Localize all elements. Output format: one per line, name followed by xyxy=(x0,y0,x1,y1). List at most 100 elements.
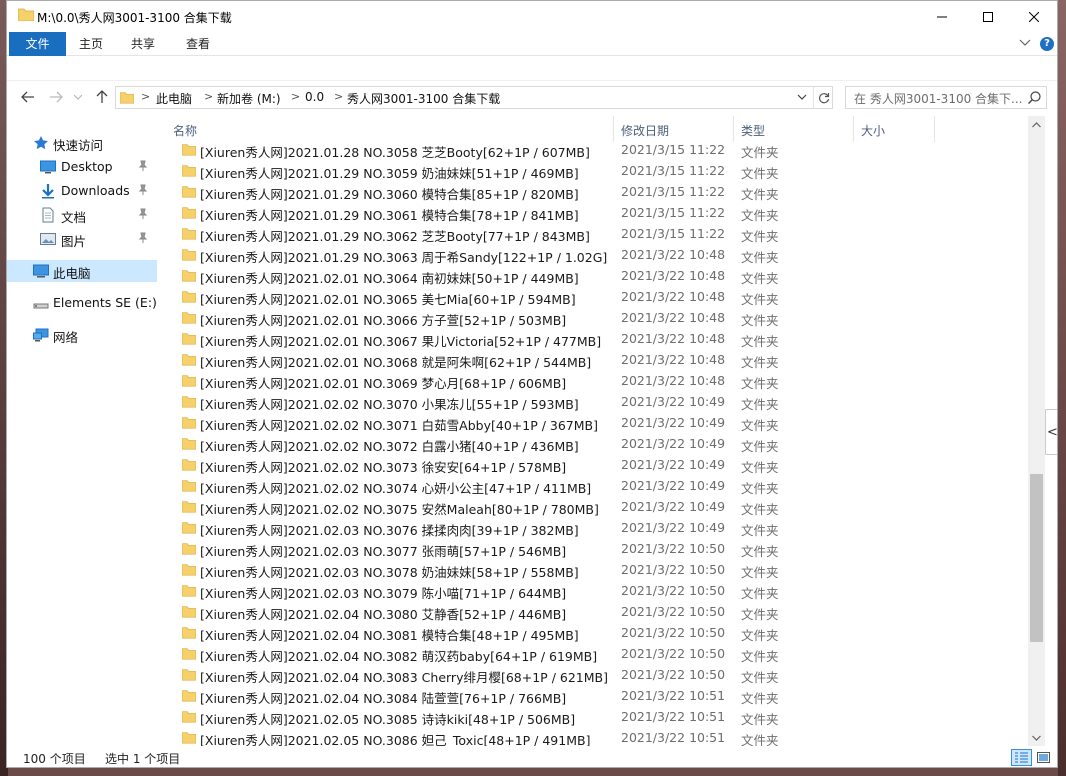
chevron-down-icon[interactable] xyxy=(1019,38,1031,48)
folder-icon xyxy=(182,207,196,219)
pin-icon[interactable] xyxy=(137,160,149,172)
folder-row[interactable]: [Xiuren秀人网]2021.02.03 NO.3079 陈小喵[71+1P … xyxy=(160,580,1028,601)
chevron-down-icon[interactable] xyxy=(797,92,807,102)
chevron-down-icon xyxy=(74,94,82,100)
folder-row[interactable]: [Xiuren秀人网]2021.02.03 NO.3078 奶油妹妹[58+1P… xyxy=(160,559,1028,580)
folder-row[interactable]: [Xiuren秀人网]2021.02.02 NO.3070 小果冻儿[55+1P… xyxy=(160,391,1028,412)
folder-row[interactable]: [Xiuren秀人网]2021.02.01 NO.3067 果儿Victoria… xyxy=(160,328,1028,349)
folder-row[interactable]: [Xiuren秀人网]2021.02.01 NO.3068 就是阿朱啊[62+1… xyxy=(160,349,1028,370)
sidebar-item-quick-access[interactable]: 快速访问 xyxy=(7,132,157,154)
status-bar: 100 个项目 选中 1 个项目 xyxy=(7,746,1057,767)
vertical-scrollbar[interactable] xyxy=(1028,116,1045,746)
preview-pane-toggle[interactable]: < xyxy=(1045,409,1057,455)
folder-row[interactable]: [Xiuren秀人网]2021.02.04 NO.3083 Cherry绯月樱[… xyxy=(160,664,1028,685)
search-box[interactable]: 在 秀人网3001-3100 合集下... xyxy=(845,86,1047,109)
back-button[interactable] xyxy=(19,88,37,106)
folder-row[interactable]: [Xiuren秀人网]2021.02.02 NO.3073 徐安安[64+1P … xyxy=(160,454,1028,475)
breadcrumb-separator[interactable]: > xyxy=(334,90,343,103)
file-name: [Xiuren秀人网]2021.01.29 NO.3059 奶油妹妹[51+1P… xyxy=(200,166,579,181)
folder-row[interactable]: [Xiuren秀人网]2021.02.05 NO.3085 诗诗kiki[48+… xyxy=(160,706,1028,727)
file-date-modified: 2021/3/22 10:50 xyxy=(621,604,726,619)
file-type: 文件夹 xyxy=(741,565,779,580)
maximize-button[interactable] xyxy=(965,1,1011,32)
sidebar-item-drive[interactable]: Elements SE (E:) xyxy=(7,292,157,314)
breadcrumb-drive[interactable]: 新加卷 (M:) xyxy=(217,90,281,107)
sidebar-item-documents[interactable]: 文档 xyxy=(7,204,157,226)
column-header-size[interactable]: 大小 xyxy=(861,122,885,139)
tab-file[interactable]: 文件 xyxy=(9,32,66,56)
folder-icon xyxy=(182,690,196,702)
folder-row[interactable]: [Xiuren秀人网]2021.02.01 NO.3066 方子萱[52+1P … xyxy=(160,307,1028,328)
scroll-down-button[interactable] xyxy=(1028,729,1045,746)
tab-home[interactable]: 主页 xyxy=(68,32,114,56)
folder-row[interactable]: [Xiuren秀人网]2021.01.29 NO.3059 奶油妹妹[51+1P… xyxy=(160,160,1028,181)
folder-row[interactable]: [Xiuren秀人网]2021.02.01 NO.3064 南初妹妹[50+1P… xyxy=(160,265,1028,286)
folder-row[interactable]: [Xiuren秀人网]2021.01.29 NO.3061 模特合集[78+1P… xyxy=(160,202,1028,223)
folder-row[interactable]: [Xiuren秀人网]2021.01.29 NO.3063 周于希Sandy[1… xyxy=(160,244,1028,265)
folder-row[interactable]: [Xiuren秀人网]2021.02.01 NO.3065 美七Mia[60+1… xyxy=(160,286,1028,307)
column-header-date-modified[interactable]: 修改日期 xyxy=(621,122,669,139)
folder-row[interactable]: [Xiuren秀人网]2021.02.04 NO.3081 模特合集[48+1P… xyxy=(160,622,1028,643)
column-header-type[interactable]: 类型 xyxy=(741,122,765,139)
tiles-view-button[interactable] xyxy=(1035,749,1052,766)
column-header-name[interactable]: 名称 xyxy=(173,122,197,139)
folder-row[interactable]: [Xiuren秀人网]2021.02.03 NO.3077 张雨萌[57+1P … xyxy=(160,538,1028,559)
refresh-button[interactable] xyxy=(813,87,833,108)
close-icon xyxy=(1029,11,1039,22)
folder-icon xyxy=(182,375,196,387)
tab-view[interactable]: 查看 xyxy=(172,32,224,56)
details-view-button[interactable] xyxy=(1011,749,1032,766)
breadcrumb-this-pc[interactable]: 此电脑 xyxy=(156,90,192,107)
folder-row[interactable]: [Xiuren秀人网]2021.02.02 NO.3075 安然Maleah[8… xyxy=(160,496,1028,517)
minimize-button[interactable] xyxy=(919,1,965,32)
folder-row[interactable]: [Xiuren秀人网]2021.02.05 NO.3086 妲己_Toxic[4… xyxy=(160,727,1028,746)
scrollbar-thumb[interactable] xyxy=(1030,474,1043,642)
file-type: 文件夹 xyxy=(741,670,779,685)
forward-button[interactable] xyxy=(47,88,65,106)
sidebar-item-network[interactable]: 网络 xyxy=(7,324,157,346)
folder-icon xyxy=(182,270,196,282)
breadcrumb-separator[interactable]: > xyxy=(291,90,300,103)
sidebar-item-desktop[interactable]: Desktop xyxy=(7,156,157,178)
file-name: [Xiuren秀人网]2021.02.02 NO.3071 白茹雪Abby[40… xyxy=(200,418,598,433)
sidebar-item-pictures[interactable]: 图片 xyxy=(7,228,157,250)
close-button[interactable] xyxy=(1011,1,1057,32)
folder-row[interactable]: [Xiuren秀人网]2021.02.02 NO.3074 心妍小公主[47+1… xyxy=(160,475,1028,496)
folder-icon xyxy=(182,606,196,618)
drive-icon xyxy=(33,303,49,309)
folder-row[interactable]: [Xiuren秀人网]2021.02.02 NO.3072 白露小猪[40+1P… xyxy=(160,433,1028,454)
folder-row[interactable]: [Xiuren秀人网]2021.02.01 NO.3069 梦心月[68+1P … xyxy=(160,370,1028,391)
file-list[interactable]: ^ 名称 修改日期 类型 大小 [Xiuren秀人网]2021.01.28 NO… xyxy=(160,116,1028,746)
address-bar[interactable]: > 此电脑 > 新加卷 (M:) > 0.0 > 秀人网3001-3100 合集… xyxy=(115,86,833,109)
breadcrumb-separator[interactable]: > xyxy=(204,90,213,103)
folder-row[interactable]: [Xiuren秀人网]2021.02.04 NO.3084 陆萱萱[76+1P … xyxy=(160,685,1028,706)
folder-row[interactable]: [Xiuren秀人网]2021.02.04 NO.3080 艾静香[52+1P … xyxy=(160,601,1028,622)
folder-row[interactable]: [Xiuren秀人网]2021.01.29 NO.3062 芝芝Booty[77… xyxy=(160,223,1028,244)
file-type: 文件夹 xyxy=(741,649,779,664)
tab-share[interactable]: 共享 xyxy=(120,32,166,56)
pin-icon[interactable] xyxy=(137,184,149,196)
file-type: 文件夹 xyxy=(741,250,779,265)
pin-icon[interactable] xyxy=(137,208,149,220)
folder-icon xyxy=(182,291,196,303)
scroll-up-button[interactable] xyxy=(1028,116,1045,133)
sidebar-item-this-pc[interactable]: 此电脑 xyxy=(7,260,157,282)
help-icon[interactable]: ? xyxy=(1040,37,1054,51)
breadcrumb-separator[interactable]: > xyxy=(141,90,150,103)
pin-icon[interactable] xyxy=(137,232,149,244)
folder-row[interactable]: [Xiuren秀人网]2021.02.04 NO.3082 萌汉药baby[64… xyxy=(160,643,1028,664)
file-date-modified: 2021/3/22 10:51 xyxy=(621,730,726,745)
recent-locations-button[interactable] xyxy=(69,88,87,106)
folder-row[interactable]: [Xiuren秀人网]2021.01.28 NO.3058 芝芝Booty[62… xyxy=(160,139,1028,160)
file-type: 文件夹 xyxy=(741,460,779,475)
folder-row[interactable]: [Xiuren秀人网]2021.01.29 NO.3060 模特合集[85+1P… xyxy=(160,181,1028,202)
folder-icon xyxy=(182,165,196,177)
breadcrumb-current-folder[interactable]: 秀人网3001-3100 合集下载 xyxy=(347,90,500,107)
search-icon[interactable] xyxy=(1028,91,1041,104)
up-button[interactable] xyxy=(93,88,111,106)
folder-row[interactable]: [Xiuren秀人网]2021.02.03 NO.3076 揉揉肉肉[39+1P… xyxy=(160,517,1028,538)
file-name: [Xiuren秀人网]2021.02.03 NO.3077 张雨萌[57+1P … xyxy=(200,544,567,559)
breadcrumb-folder-0-0[interactable]: 0.0 xyxy=(305,90,324,104)
folder-row[interactable]: [Xiuren秀人网]2021.02.02 NO.3071 白茹雪Abby[40… xyxy=(160,412,1028,433)
sidebar-item-downloads[interactable]: Downloads xyxy=(7,180,157,202)
